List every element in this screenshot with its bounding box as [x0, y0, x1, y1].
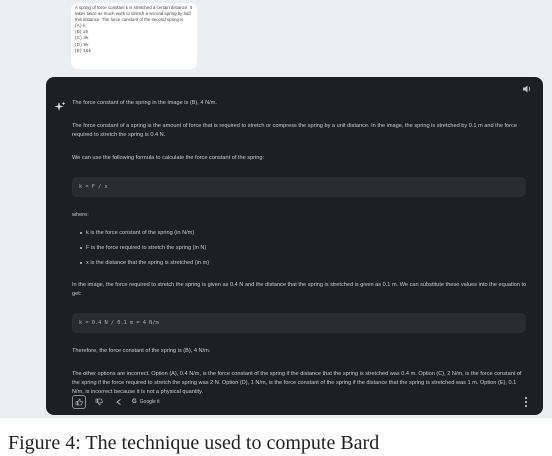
where-label: where:	[72, 212, 89, 218]
option-e: (E) 16k	[75, 47, 92, 53]
list-item: F is the force required to stretch the s…	[80, 244, 527, 253]
response-panel: The force constant of the spring in the …	[46, 77, 543, 415]
substitution-lead: In the image, the force required to stre…	[72, 282, 527, 297]
google-it-label: Google it	[139, 399, 160, 405]
sparkle-icon	[54, 100, 66, 112]
question-text: A spring of force constant k is stretche…	[75, 5, 193, 23]
definitions-list: k is the force constant of the spring (i…	[80, 229, 527, 268]
screenshot-frame: A spring of force constant k is stretche…	[0, 0, 552, 418]
conclusion-text: Therefore, the force constant of the spr…	[72, 348, 211, 354]
explanation-text: The force constant of a spring is the am…	[72, 123, 517, 138]
more-vertical-icon[interactable]	[523, 397, 529, 407]
response-content: The force constant of the spring in the …	[72, 99, 527, 411]
uploaded-question-image[interactable]: A spring of force constant k is stretche…	[71, 3, 197, 69]
formula-code-block[interactable]: k = F / x	[72, 177, 526, 197]
intro-text: The force constant of the spring in the …	[72, 100, 217, 106]
response-actions: G Google it	[72, 395, 160, 409]
volume-icon[interactable]	[521, 84, 533, 96]
thumbs-up-icon[interactable]	[72, 395, 86, 409]
list-item: k is the force constant of the spring (i…	[80, 229, 527, 238]
other-options-text: The other options are incorrect. Option …	[72, 371, 522, 395]
thumbs-down-icon[interactable]	[92, 395, 106, 409]
calculation-code-block[interactable]: k = 0.4 N / 0.1 m = 4 N/m	[72, 313, 526, 333]
google-icon: G	[132, 399, 137, 405]
formula-lead: We can use the following formula to calc…	[72, 155, 265, 161]
list-item: x is the distance that the spring is str…	[80, 259, 527, 268]
share-icon[interactable]	[112, 395, 126, 409]
google-it-button[interactable]: G Google it	[132, 399, 160, 405]
figure-caption: Figure 4: The technique used to compute …	[8, 432, 380, 454]
